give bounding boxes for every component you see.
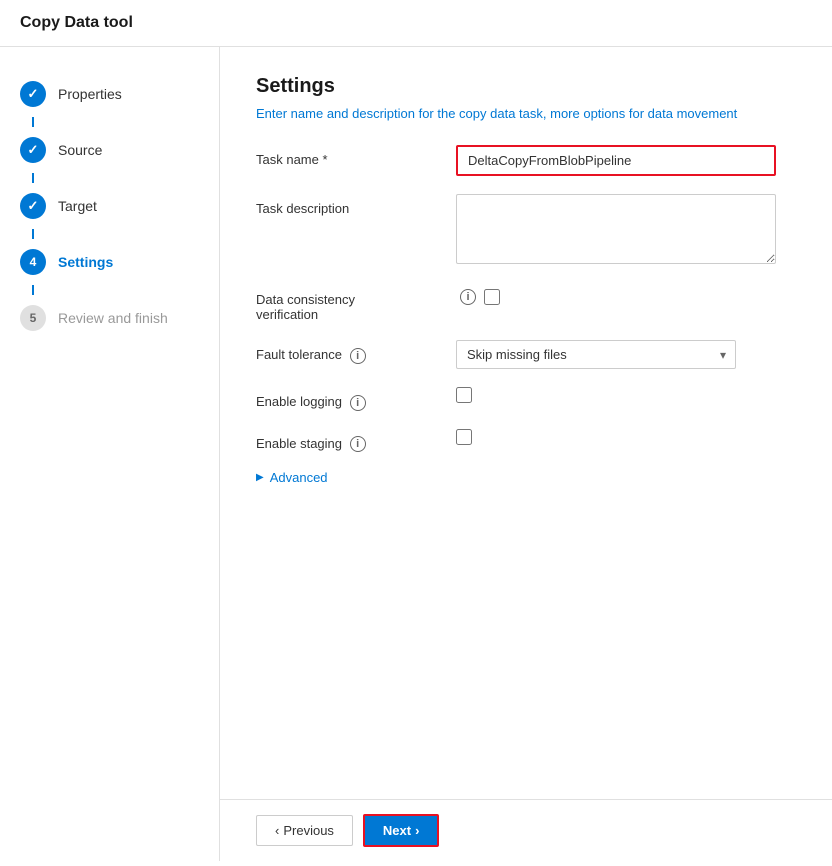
fault-tolerance-info-icon: i: [350, 348, 366, 364]
data-consistency-wrap: i: [456, 285, 796, 305]
previous-button[interactable]: ‹ Previous: [256, 815, 353, 846]
step-circle-review: 5: [20, 305, 46, 331]
next-chevron-icon: ›: [415, 823, 419, 838]
step-circle-target: ✓: [20, 193, 46, 219]
task-description-input[interactable]: [456, 194, 776, 264]
sidebar-item-target[interactable]: ✓ Target: [0, 183, 219, 229]
sidebar-label-source: Source: [58, 142, 102, 158]
fault-tolerance-row: Fault tolerance i Skip missing files Non…: [256, 340, 796, 369]
task-description-control: [456, 194, 796, 267]
settings-subtitle: Enter name and description for the copy …: [256, 106, 796, 121]
sidebar-label-review: Review and finish: [58, 310, 168, 326]
step-circle-source: ✓: [20, 137, 46, 163]
task-name-row: Task name *: [256, 145, 796, 176]
fault-tolerance-select-wrap: Skip missing files None ▾: [456, 340, 736, 369]
task-name-label: Task name *: [256, 145, 456, 167]
sidebar-item-review[interactable]: 5 Review and finish: [0, 295, 219, 341]
main-layout: ✓ Properties ✓ Source ✓ Target 4 Setting…: [0, 47, 832, 861]
data-consistency-info-icon: i: [460, 289, 476, 305]
next-label: Next: [383, 823, 411, 838]
advanced-label: Advanced: [270, 470, 328, 485]
app-header: Copy Data tool: [0, 0, 832, 47]
settings-title: Settings: [256, 75, 796, 98]
sidebar-label-settings: Settings: [58, 254, 113, 270]
advanced-row[interactable]: ▶ Advanced: [256, 470, 796, 485]
enable-staging-info-icon: i: [350, 436, 366, 452]
data-consistency-row: Data consistencyverification i: [256, 285, 796, 322]
enable-staging-checkbox[interactable]: [456, 429, 472, 445]
enable-logging-row: Enable logging i: [256, 387, 796, 411]
step-connector-2: [32, 173, 34, 183]
sidebar-label-target: Target: [58, 198, 97, 214]
previous-label: Previous: [283, 823, 334, 838]
enable-logging-info-icon: i: [350, 395, 366, 411]
data-consistency-checkbox[interactable]: [484, 289, 500, 305]
sidebar-label-properties: Properties: [58, 86, 122, 102]
data-consistency-label: Data consistencyverification: [256, 285, 456, 322]
data-consistency-control: i: [456, 285, 796, 305]
enable-staging-control: [456, 429, 796, 448]
sidebar: ✓ Properties ✓ Source ✓ Target 4 Setting…: [0, 47, 220, 861]
fault-tolerance-label: Fault tolerance i: [256, 340, 456, 364]
enable-staging-row: Enable staging i: [256, 429, 796, 453]
enable-logging-label: Enable logging i: [256, 387, 456, 411]
enable-logging-checkbox[interactable]: [456, 387, 472, 403]
sidebar-item-properties[interactable]: ✓ Properties: [0, 71, 219, 117]
task-name-input[interactable]: [456, 145, 776, 176]
advanced-expand-icon: ▶: [256, 472, 264, 483]
footer: ‹ Previous Next ›: [220, 799, 832, 861]
task-description-row: Task description: [256, 194, 796, 267]
sidebar-item-source[interactable]: ✓ Source: [0, 127, 219, 173]
sidebar-item-settings[interactable]: 4 Settings: [0, 239, 219, 285]
task-name-control: [456, 145, 796, 176]
previous-chevron-icon: ‹: [275, 823, 279, 838]
app-title: Copy Data tool: [20, 14, 133, 31]
content-area: Settings Enter name and description for …: [220, 47, 832, 861]
step-connector-4: [32, 285, 34, 295]
step-connector-3: [32, 229, 34, 239]
fault-tolerance-select[interactable]: Skip missing files None: [456, 340, 736, 369]
settings-panel: Settings Enter name and description for …: [220, 47, 832, 799]
step-connector-1: [32, 117, 34, 127]
step-circle-properties: ✓: [20, 81, 46, 107]
next-button[interactable]: Next ›: [363, 814, 440, 847]
task-description-label: Task description: [256, 194, 456, 216]
step-circle-settings: 4: [20, 249, 46, 275]
enable-staging-label: Enable staging i: [256, 429, 456, 453]
fault-tolerance-control: Skip missing files None ▾: [456, 340, 796, 369]
enable-logging-control: [456, 387, 796, 406]
